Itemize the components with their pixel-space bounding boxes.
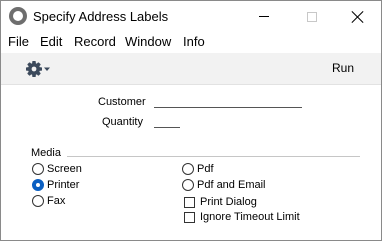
pdf-label: Pdf — [197, 163, 214, 175]
close-icon — [352, 11, 364, 23]
minimize-button[interactable] — [241, 1, 287, 32]
media-group-label: Media — [31, 147, 61, 159]
ignore-timeout-option[interactable]: Ignore Timeout Limit — [184, 211, 300, 223]
minimize-icon — [259, 16, 269, 17]
pdf-email-radio[interactable] — [182, 179, 194, 191]
app-icon — [9, 7, 27, 25]
screen-radio[interactable] — [32, 163, 44, 175]
close-button[interactable] — [335, 1, 381, 32]
window-title: Specify Address Labels — [33, 9, 169, 24]
gear-icon — [26, 61, 50, 77]
fax-label: Fax — [47, 195, 66, 207]
toolbar: Run — [1, 53, 381, 85]
print-dialog-option[interactable]: Print Dialog — [184, 196, 257, 208]
maximize-button[interactable] — [289, 1, 335, 32]
media-fax-option[interactable]: Fax — [32, 195, 65, 207]
media-printer-option[interactable]: Printer — [32, 179, 79, 191]
ignore-timeout-label: Ignore Timeout Limit — [200, 211, 300, 223]
caret-down-icon — [44, 67, 50, 71]
media-pdf-option[interactable]: Pdf — [182, 163, 214, 175]
print-dialog-label: Print Dialog — [200, 196, 257, 208]
menu-bar: File Edit Record Window Info — [1, 32, 381, 52]
pdf-radio[interactable] — [182, 163, 194, 175]
customer-field[interactable] — [154, 107, 302, 108]
menu-edit[interactable]: Edit — [40, 34, 62, 49]
settings-menu-button[interactable] — [25, 59, 55, 79]
quantity-label: Quantity — [102, 116, 143, 128]
media-screen-option[interactable]: Screen — [32, 163, 82, 175]
print-dialog-checkbox[interactable] — [184, 196, 195, 208]
menu-record[interactable]: Record — [74, 34, 116, 49]
window: Specify Address Labels File Edit Record … — [0, 0, 382, 241]
form-area: Customer Quantity Media Screen Printer F… — [1, 86, 381, 240]
menu-info[interactable]: Info — [183, 34, 205, 49]
menu-file[interactable]: File — [8, 34, 29, 49]
title-bar[interactable]: Specify Address Labels — [1, 1, 381, 32]
printer-radio[interactable] — [32, 179, 44, 191]
maximize-icon — [307, 11, 317, 22]
menu-window[interactable]: Window — [125, 34, 171, 49]
screen-label: Screen — [47, 163, 82, 175]
quantity-field[interactable] — [154, 127, 180, 128]
customer-label: Customer — [98, 96, 146, 108]
pdf-email-label: Pdf and Email — [197, 179, 266, 191]
fax-radio[interactable] — [32, 195, 44, 207]
ignore-timeout-checkbox[interactable] — [184, 211, 195, 223]
media-pdf-email-option[interactable]: Pdf and Email — [182, 179, 265, 191]
media-divider — [67, 156, 360, 157]
run-button[interactable]: Run — [332, 61, 354, 75]
printer-label: Printer — [47, 179, 80, 191]
